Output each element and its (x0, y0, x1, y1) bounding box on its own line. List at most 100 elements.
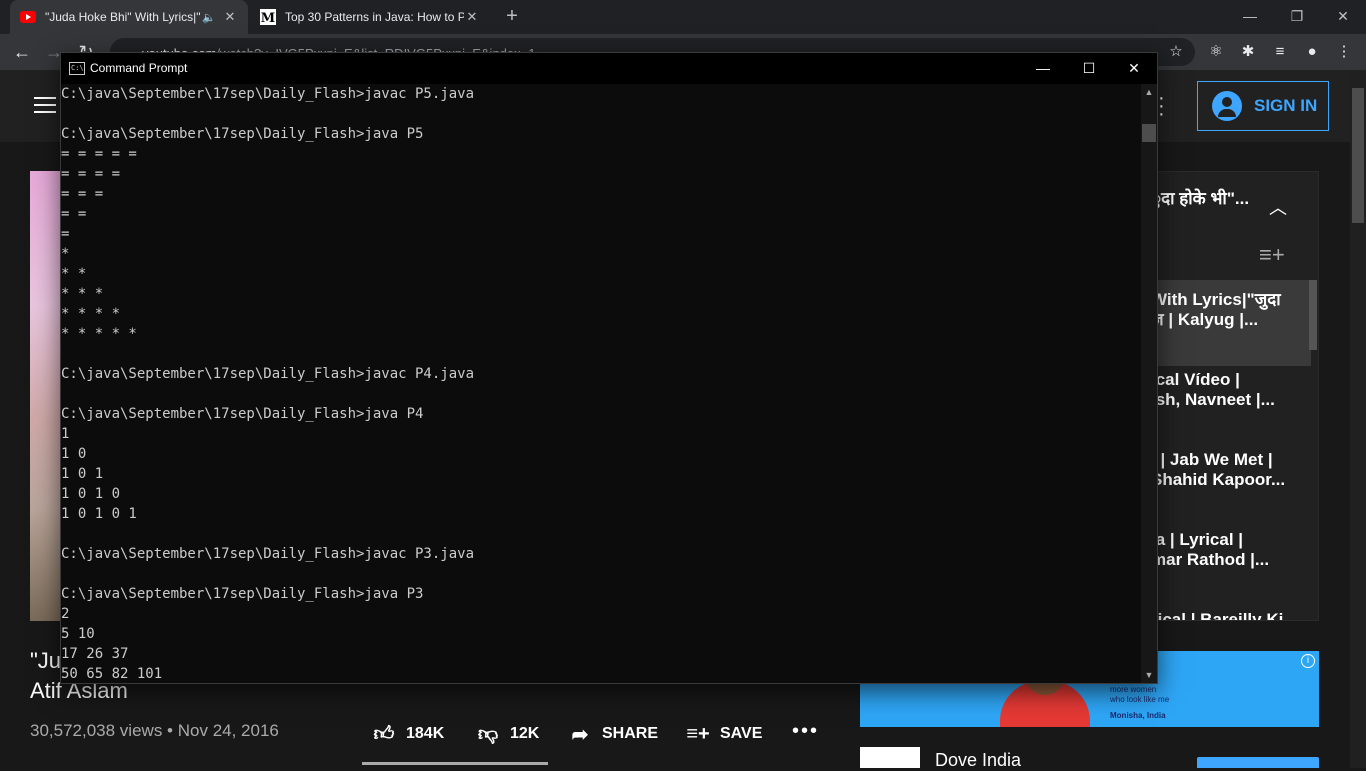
playlist-item-line1: With Lyrics|"जुदा (1151, 290, 1281, 309)
video-player[interactable] (30, 171, 60, 621)
restore-button[interactable]: ❐ (1274, 4, 1320, 30)
playlist-title: ुदा होके भी"... (1151, 189, 1250, 208)
info-icon[interactable]: i (1301, 654, 1315, 668)
console-line: * (61, 246, 70, 262)
console-line: = (61, 226, 70, 242)
tab-title: Top 30 Patterns in Java: How to P (285, 10, 464, 24)
close-tab-icon[interactable]: ✕ (464, 9, 480, 25)
cmd-maximize-button[interactable]: ☐ (1066, 53, 1112, 84)
share-arrow-icon: ➦ (571, 723, 589, 746)
sign-in-label: SIGN IN (1254, 96, 1318, 115)
like-count: 184K (406, 725, 445, 742)
ad-cta-button[interactable] (1197, 757, 1319, 768)
console-line: C:\java\September\17sep\Daily_Flash>java… (61, 546, 475, 562)
react-extension-icon[interactable]: ⚛ (1205, 41, 1227, 63)
view-count: 30,572,038 views (30, 721, 163, 740)
console-line: C:\java\September\17sep\Daily_Flash>java… (61, 406, 424, 422)
scrollbar-thumb[interactable] (1352, 88, 1364, 223)
cmd-titlebar[interactable]: C:\ Command Prompt — ☐ ✕ (61, 53, 1157, 84)
browser-menu-icon[interactable]: ⋮ (1333, 41, 1355, 63)
command-prompt-window: C:\ Command Prompt — ☐ ✕ C:\java\Septemb… (60, 52, 1158, 684)
console-line: * * (61, 266, 87, 282)
playlist-item[interactable]: rical | Bareilly Ki (1151, 610, 1311, 620)
console-line: 1 0 1 0 1 (61, 506, 137, 522)
share-button[interactable]: ➦ SHARE (566, 720, 658, 748)
video-title-line1: "Ju (30, 648, 62, 673)
playlist-item-line1: l | Jab We Met | (1151, 450, 1273, 469)
playlist-item[interactable]: l | Jab We Met | Shahid Kapoor... (1151, 450, 1311, 490)
console-line: 5 10 (61, 626, 95, 642)
menu-hamburger-icon[interactable] (34, 97, 56, 118)
close-window-button[interactable]: ✕ (1320, 4, 1366, 30)
playlist-panel: ुदा होके भी"... ︿ ≡+ With Lyrics|"जुदा ज… (1150, 171, 1319, 621)
profile-avatar-icon[interactable]: ● (1301, 41, 1323, 63)
playlist-item[interactable]: ical Vídeo | ish, Navneet |... (1151, 370, 1311, 410)
youtube-icon (20, 9, 36, 25)
playlist-scrollbar[interactable] (1309, 280, 1317, 350)
dislike-count: 12K (510, 725, 540, 742)
sign-in-button[interactable]: SIGN IN (1197, 81, 1329, 131)
playlist-item-line2: mar Rathod |... (1151, 550, 1270, 569)
console-line: 17 26 37 (61, 646, 129, 662)
console-line: 1 0 (61, 446, 87, 462)
console-line: = = = (61, 186, 104, 202)
thumbs-up-icon: 👍︎ (373, 723, 395, 745)
extensions-puzzle-icon[interactable]: ✱ (1237, 41, 1259, 63)
playlist-item-line2: Shahid Kapoor... (1151, 470, 1286, 489)
console-line: 1 0 1 0 (61, 486, 121, 502)
console-line: = = = = = (61, 146, 137, 162)
advertiser-logo (860, 747, 920, 768)
console-line: 2 (61, 606, 70, 622)
ad-text: who look like me (1110, 695, 1170, 704)
cmd-scrollbar-thumb[interactable] (1142, 124, 1156, 142)
back-arrow-icon[interactable]: ← (10, 40, 34, 64)
tab-youtube[interactable]: "Juda Hoke Bhi" With Lyrics|" 🔈 ✕ (10, 0, 248, 34)
console-line: C:\java\September\17sep\Daily_Flash>java… (61, 586, 424, 602)
console-line: C:\java\September\17sep\Daily_Flash>java… (61, 86, 475, 102)
new-tab-button[interactable]: + (500, 5, 524, 29)
tab-medium[interactable]: M Top 30 Patterns in Java: How to P ✕ (250, 0, 490, 34)
svg-text:M: M (261, 11, 275, 25)
page-scrollbar[interactable] (1350, 70, 1366, 768)
playlist-item-line2: ish, Navneet |... (1151, 390, 1275, 409)
settings-kebab-icon[interactable]: · · · (1158, 88, 1165, 124)
save-button[interactable]: ≡+ SAVE (684, 720, 762, 748)
playlist-item-line1: ical Vídeo | (1151, 370, 1240, 389)
cmd-scrollbar[interactable]: ▲ ▼ (1141, 84, 1157, 683)
console-line: C:\java\September\17sep\Daily_Flash>java… (61, 366, 475, 382)
chevron-up-icon[interactable]: ︿ (1269, 194, 1287, 220)
scroll-up-arrow-icon[interactable]: ▲ (1141, 84, 1157, 100)
share-label: SHARE (602, 725, 659, 742)
scroll-down-arrow-icon[interactable]: ▼ (1141, 667, 1157, 683)
bookmark-star-icon[interactable]: ☆ (1165, 41, 1187, 63)
console-line: 1 (61, 426, 70, 442)
playlist-item[interactable]: la | Lyrical | mar Rathod |... (1151, 530, 1311, 570)
cmd-minimize-button[interactable]: — (1020, 53, 1066, 84)
console-output[interactable]: C:\java\September\17sep\Daily_Flash>java… (61, 84, 1141, 683)
tab-title: "Juda Hoke Bhi" With Lyrics|" (45, 10, 201, 24)
ad-text: more women (1110, 685, 1157, 694)
console-line: = = = = (61, 166, 121, 182)
media-queue-icon[interactable]: ≡ (1269, 41, 1291, 63)
account-avatar-icon (1212, 91, 1242, 121)
cmd-window-title: Command Prompt (90, 61, 188, 75)
cmd-app-icon: C:\ (69, 62, 85, 75)
playlist-item-line1: la | Lyrical | (1151, 530, 1244, 549)
medium-icon: M (260, 9, 276, 25)
browser-tabstrip: "Juda Hoke Bhi" With Lyrics|" 🔈 ✕ M Top … (0, 0, 1366, 34)
console-line: = = (61, 206, 87, 222)
console-line: * * * * (61, 306, 121, 322)
close-tab-icon[interactable]: ✕ (222, 9, 238, 25)
playlist-add-icon: ≡+ (686, 722, 710, 745)
playlist-item[interactable]: With Lyrics|"जुदा ज | Kalyug |... (1151, 280, 1311, 366)
minimize-button[interactable]: — (1227, 4, 1273, 30)
ad-text: Monisha, India (1110, 711, 1166, 720)
cmd-close-button[interactable]: ✕ (1111, 53, 1157, 84)
add-to-queue-icon[interactable]: ≡+ (1259, 242, 1285, 268)
like-button[interactable]: 👍︎ 184K (370, 720, 445, 748)
console-line: 50 65 82 101 (61, 666, 163, 682)
speaker-icon[interactable]: 🔈 (202, 11, 218, 24)
dislike-button[interactable]: 👎︎ 12K (474, 720, 540, 748)
more-actions-icon[interactable]: ••• (792, 720, 819, 743)
playlist-item-line2: ज | Kalyug |... (1151, 310, 1259, 329)
